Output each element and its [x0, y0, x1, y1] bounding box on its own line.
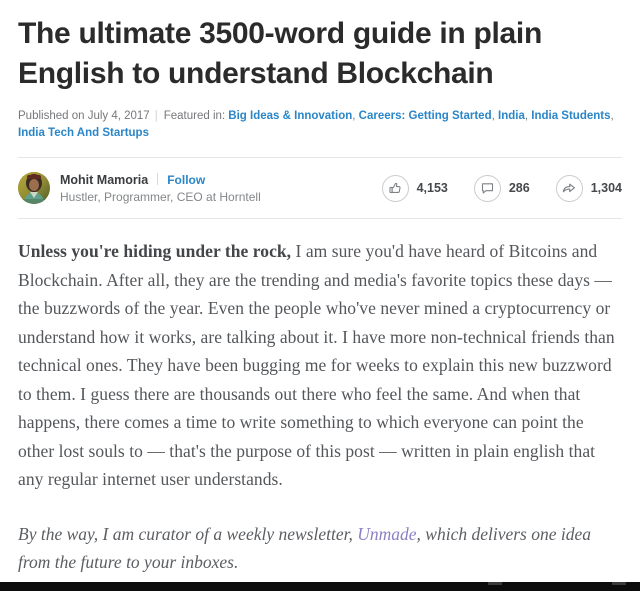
- author-headline: Hustler, Programmer, CEO at Horntell: [60, 189, 261, 204]
- shares-count: 1,304: [590, 181, 622, 195]
- follow-button[interactable]: Follow: [167, 173, 205, 188]
- paragraph-lead-in: Unless you're hiding under the rock,: [18, 241, 292, 261]
- paragraph-1-text: I am sure you'd have heard of Bitcoins a…: [18, 241, 615, 489]
- page-title: The ultimate 3500-word guide in plain En…: [18, 17, 542, 90]
- article-meta: Published on July 4, 2017 | Featured in: B…: [18, 108, 622, 142]
- meta-comma: ,: [352, 110, 356, 122]
- likes-stat[interactable]: 4,153: [381, 174, 448, 202]
- body-paragraph-newsletter: By the way, I am curator of a weekly new…: [18, 520, 622, 577]
- body-paragraph-1: Unless you're hiding under the rock, I a…: [18, 237, 622, 494]
- meta-comma: ,: [610, 110, 614, 122]
- tag-link-big-ideas-innovation[interactable]: Big Ideas & Innovation: [228, 110, 352, 122]
- tag-link-india[interactable]: India: [498, 110, 525, 122]
- bottom-bar: [0, 582, 640, 591]
- meta-comma: ,: [491, 110, 495, 122]
- shares-stat[interactable]: 1,304: [555, 174, 622, 202]
- newsletter-prefix: By the way, I am curator of a weekly new…: [18, 523, 358, 544]
- tag-link-india-students[interactable]: India Students: [531, 110, 610, 122]
- stats-row: 4,153 286 1,304: [381, 174, 622, 202]
- meta-separator: |: [154, 110, 158, 122]
- likes-count: 4,153: [416, 181, 448, 195]
- author-text: Mohit Mamoria Follow Hustler, Programmer…: [60, 172, 261, 205]
- author-name-row: Mohit Mamoria Follow: [60, 172, 261, 188]
- comments-stat[interactable]: 286: [473, 174, 530, 202]
- author-block[interactable]: Mohit Mamoria Follow Hustler, Programmer…: [18, 172, 261, 205]
- avatar[interactable]: [18, 172, 50, 204]
- unmade-newsletter-link[interactable]: Unmade: [357, 524, 416, 544]
- tag-link-india-tech-and-startups[interactable]: India Tech And Startups: [18, 127, 149, 139]
- share-arrow-icon[interactable]: [555, 174, 583, 202]
- meta-comma: ,: [524, 110, 529, 122]
- tag-link-careers-getting-started[interactable]: Careers: Getting Started: [359, 110, 492, 122]
- comment-icon[interactable]: [473, 174, 501, 202]
- bottom-bar-mark: [488, 582, 502, 585]
- author-name-divider: [157, 172, 159, 185]
- thumbs-up-icon[interactable]: [381, 174, 409, 202]
- author-row: Mohit Mamoria Follow Hustler, Programmer…: [18, 158, 622, 218]
- author-name[interactable]: Mohit Mamoria: [60, 173, 148, 188]
- article-page: The ultimate 3500-word guide in plain En…: [0, 0, 640, 591]
- bottom-bar-mark: [612, 582, 626, 585]
- article-container: The ultimate 3500-word guide in plain En…: [0, 0, 640, 577]
- featured-in-label: Featured in:: [163, 110, 226, 122]
- published-date: Published on July 4, 2017: [18, 110, 150, 122]
- comments-count: 286: [508, 181, 530, 195]
- article-body: Unless you're hiding under the rock, I a…: [18, 219, 622, 577]
